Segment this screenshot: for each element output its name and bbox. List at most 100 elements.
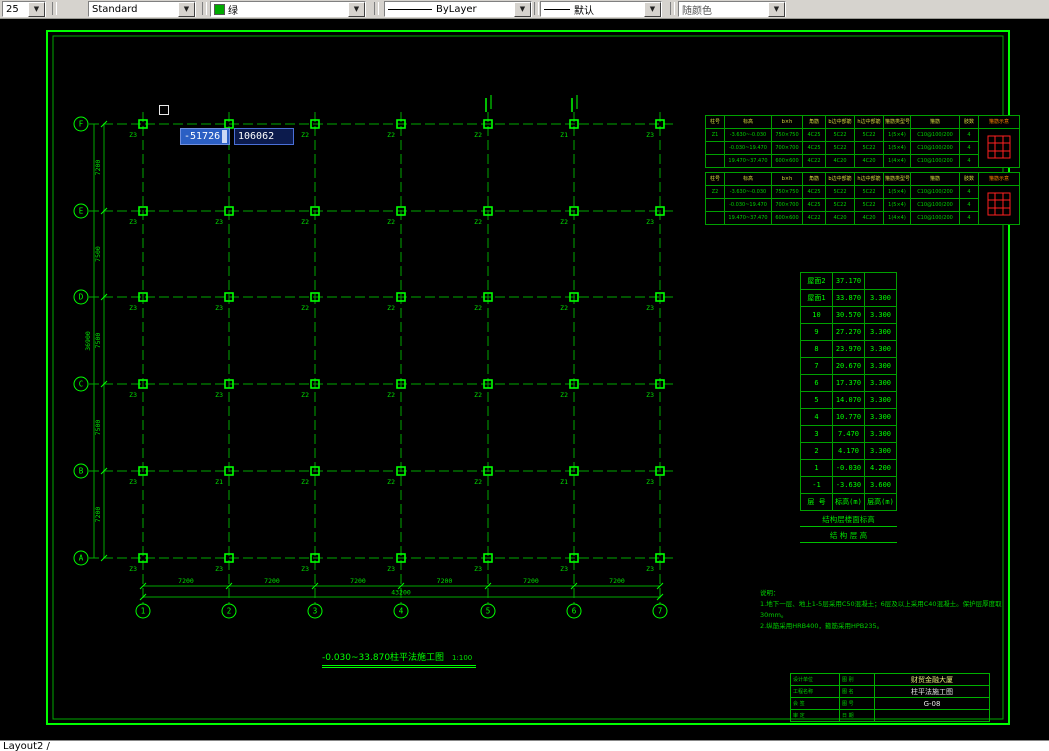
note-line: 2.纵筋采用HRB400，箍筋采用HPB235。 [760,622,884,630]
column-mark: Z3 [646,131,654,139]
drawing-canvas[interactable]: FEDCBA1234567Z3Z3Z2Z2Z2Z1Z3Z3Z3Z2Z2Z2Z2Z… [0,18,1049,740]
schedule-cell: 4 [959,185,979,199]
color-combo[interactable]: 绿 ▼ [210,1,366,17]
column-header-cell: 箍筋示意 [978,172,1020,186]
elevation-cell [864,272,897,290]
title-block-value: 柱平法施工图 [874,685,990,698]
elevation-cell: 20.670 [832,357,865,375]
schedule-cell: 600×600 [771,154,803,168]
table-header-row: 柱号 标高 b×h 角筋 b边中部筋 h边中部筋 箍筋类型号 箍筋 肢数 箍筋示意 [705,115,1020,129]
note-line: 30mm。 [760,611,788,619]
title-block-label: 设计单位 [790,673,840,686]
col-bubble-label: 4 [399,607,404,616]
column-mark: Z3 [646,565,654,573]
combo-value: ByLayer [436,3,477,15]
column-header-cell: 箍筋示意 [978,115,1020,129]
layout-tab-bar: Layout2 / [0,740,1049,751]
schedule-cell: 4 [959,211,979,225]
schedule-cell: 750×750 [771,185,803,199]
toolbar-separator [374,2,379,15]
color-swatch [214,3,225,15]
dim-text: 7200 [350,577,366,585]
table-row: 9 27.270 3.300 [800,323,897,341]
dynamic-input-y[interactable]: 106062 [234,128,294,145]
table-row: 会 签图 号 G-08 [790,697,990,710]
elevation-cell: 屋面1 [800,289,833,307]
schedule-cell: 4C22 [802,211,826,225]
schedule-cell: 4C20 [825,154,855,168]
elevation-cell: 3.300 [864,340,897,358]
elevation-cell: -0.030 [832,459,865,477]
schedule-cell: 5C22 [825,128,855,142]
column-mark: Z2 [474,391,482,399]
table-row: Z2 -3.630~-0.030 750×750 4C25 5C22 5C22 1(5×4)… [705,185,1020,225]
schedule-cell: 4 [959,154,979,168]
schedule-cell: 4C22 [802,154,826,168]
column-mark: Z3 [129,304,137,312]
schedule-cell: C10@100/200 [910,154,960,168]
plotstyle-combo[interactable]: 随颜色 ▼ [678,1,786,17]
toolbar-combo-1[interactable]: 25 ▼ [2,1,46,17]
column-header-cell: 角筋 [802,115,826,129]
elevation-cell: 3.300 [864,408,897,426]
column-mark: Z3 [129,218,137,226]
layout-tab[interactable]: Layout2 / [3,741,50,751]
chevron-down-icon[interactable]: ▼ [178,1,195,17]
combo-value: 随颜色 [682,5,712,17]
note-line: 1.地下一层、地上1-5层采用C50混凝土；6层及以上采用C40混凝土。保护层厚… [760,600,1002,608]
column-mark: Z2 [301,391,309,399]
schedule-cell: 5C22 [854,141,884,155]
column-mark: Z2 [387,391,395,399]
linetype-combo[interactable]: ByLayer ▼ [384,1,532,17]
schedule-cell: 5C22 [854,128,884,142]
elevation-cell: 3.300 [864,425,897,443]
schedule-cell: -0.030~19.470 [724,141,772,155]
elevation-cell: 2 [800,442,833,460]
lineweight-combo[interactable]: 默认 ▼ [540,1,662,17]
table-row: 4 10.770 3.300 [800,408,897,426]
table-row: -0.030~19.470 700×700 4C25 5C22 5C22 1(5×4) C1… [705,198,1020,212]
schedule-cell: 19.470~37.470 [724,154,772,168]
schedule-cell: 1(4×4) [883,154,911,168]
column-mark: Z2 [474,478,482,486]
style-combo[interactable]: Standard ▼ [88,1,196,17]
table-row: -1 -3.630 3.600 [800,476,897,494]
table-row: 2 4.170 3.300 [800,442,897,460]
toolbar-separator [534,2,539,15]
elevation-cell: 3 [800,425,833,443]
elevation-cell: 3.300 [864,323,897,341]
elevation-cell: 10.770 [832,408,865,426]
chevron-down-icon[interactable]: ▼ [768,1,785,17]
title-block: 设计单位图 别财贸金融大厦 工程名称图 名柱平法施工图会 签图 号 G-08 审 定日… [790,673,990,722]
dim-text: 7200 [264,577,280,585]
column-header-cell: 柱号 [705,115,725,129]
title-block-label: 日 期 [839,709,875,722]
elevation-cell: 5 [800,391,833,409]
column-header-cell: b边中部筋 [825,172,855,186]
combo-value: Standard [92,3,138,15]
chevron-down-icon[interactable]: ▼ [348,1,365,17]
table-row: 屋面2 37.170 [800,272,897,290]
title-block-table: 设计单位图 别财贸金融大厦 工程名称图 名柱平法施工图会 签图 号 G-08 审 定日… [790,673,990,722]
title-block-label: 图 名 [839,685,875,698]
title-block-label: 审 定 [790,709,840,722]
combo-value: 默认 [574,5,594,17]
column-mark: Z1 [560,131,568,139]
table-row: 7 20.670 3.300 [800,357,897,375]
chevron-down-icon[interactable]: ▼ [28,1,45,17]
elevation-cell: 层高(m) [864,493,897,511]
linetype-preview [388,8,432,10]
drawing-title: -0.030~33.870柱平法施工图 1:100 [322,650,477,668]
schedule-cell: C10@100/200 [910,128,960,142]
table-row: 层 号标高(m) 层高(m) [800,493,897,511]
crosshair-pickbox [159,105,169,115]
dynamic-input-x[interactable]: -51726 [180,128,230,145]
schedule-cell [705,211,725,225]
row-bubble-label: E [79,207,84,216]
column-mark: Z3 [129,391,137,399]
chevron-down-icon[interactable]: ▼ [644,1,661,17]
column-mark: Z2 [301,131,309,139]
table-row: 10 30.570 3.300 [800,306,897,324]
chevron-down-icon[interactable]: ▼ [514,1,531,17]
column-mark: Z3 [646,478,654,486]
